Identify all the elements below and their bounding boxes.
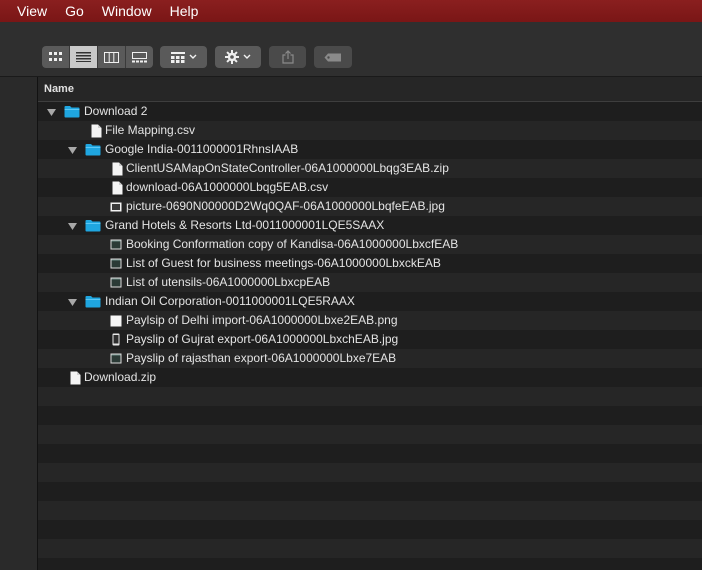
image-file-icon xyxy=(108,199,124,214)
list-item-label: Indian Oil Corporation-0011000001LQE5RAA… xyxy=(105,294,355,308)
disclosure-triangle-icon[interactable] xyxy=(46,107,56,117)
list-item-label: Paylsip of Delhi import-06A1000000Lbxe2E… xyxy=(126,313,398,327)
file-list: Name Download 2 File Mapping.csv Google In… xyxy=(38,77,702,570)
icon-view-button[interactable] xyxy=(42,46,70,68)
list-icon xyxy=(76,52,91,62)
list-item-label: Download.zip xyxy=(84,370,157,384)
document-icon xyxy=(88,123,104,138)
share-icon xyxy=(281,50,294,64)
list-item-label: Payslip of rajasthan export-06A1000000Lb… xyxy=(126,351,397,365)
list-item[interactable]: Google India-0011000001RhnsIAAB xyxy=(38,140,702,159)
row-stripe xyxy=(38,406,702,425)
list-item[interactable]: Payslip of Gujrat export-06A1000000Lbxch… xyxy=(38,330,702,349)
tags-button[interactable] xyxy=(314,46,352,68)
list-item-label: Download 2 xyxy=(84,104,148,118)
file-preview-icon xyxy=(108,351,124,366)
row-stripe xyxy=(38,482,702,501)
list-item-label: download-06A1000000Lbqg5EAB.csv xyxy=(126,180,329,194)
list-item[interactable]: Booking Conformation copy of Kandisa-06A… xyxy=(38,235,702,254)
grid-icon xyxy=(48,52,62,61)
gallery-icon xyxy=(132,51,147,62)
list-item-label: picture-0690N00000D2Wq0QAF-06A1000000Lbq… xyxy=(126,199,445,213)
blank-file-icon xyxy=(108,313,124,328)
tag-icon xyxy=(324,53,341,61)
row-stripe xyxy=(38,520,702,539)
menu-help[interactable]: Help xyxy=(161,0,208,22)
share-button[interactable] xyxy=(269,46,306,68)
list-item[interactable]: ClientUSAMapOnStateController-06A1000000… xyxy=(38,159,702,178)
folder-icon xyxy=(85,294,101,309)
list-item-label: List of Guest for business meetings-06A1… xyxy=(126,256,441,270)
disclosure-triangle-icon[interactable] xyxy=(67,221,77,231)
list-item[interactable]: Download.zip xyxy=(38,368,702,387)
list-item-label: Booking Conformation copy of Kandisa-06A… xyxy=(126,237,459,251)
row-stripe xyxy=(38,425,702,444)
gallery-view-button[interactable] xyxy=(126,46,153,68)
column-view-button[interactable] xyxy=(98,46,126,68)
group-grid-icon xyxy=(170,51,185,63)
view-mode-control xyxy=(42,46,153,68)
row-stripe xyxy=(38,463,702,482)
file-preview-icon xyxy=(108,275,124,290)
folder-icon xyxy=(85,218,101,233)
menu-view[interactable]: View xyxy=(0,0,56,22)
columns-icon xyxy=(104,51,119,63)
row-stripe xyxy=(38,501,702,520)
folder-icon xyxy=(85,142,101,157)
row-stripe xyxy=(38,444,702,463)
menu-bar: View Go Window Help xyxy=(0,0,702,22)
sidebar xyxy=(0,77,38,570)
chevron-down-icon xyxy=(189,54,196,59)
list-item[interactable]: Indian Oil Corporation-0011000001LQE5RAA… xyxy=(38,292,702,311)
list-item[interactable]: picture-0690N00000D2Wq0QAF-06A1000000Lbq… xyxy=(38,197,702,216)
list-item-label: Grand Hotels & Resorts Ltd-0011000001LQE… xyxy=(105,218,385,232)
menu-go[interactable]: Go xyxy=(56,0,93,22)
list-item[interactable]: Payslip of rajasthan export-06A1000000Lb… xyxy=(38,349,702,368)
list-item[interactable]: download-06A1000000Lbqg5EAB.csv xyxy=(38,178,702,197)
file-preview-icon xyxy=(108,237,124,252)
list-item-label: List of utensils-06A1000000LbxcpEAB xyxy=(126,275,331,289)
column-header-label: Name xyxy=(44,83,74,95)
row-stripe xyxy=(38,558,702,570)
list-item[interactable]: Grand Hotels & Resorts Ltd-0011000001LQE… xyxy=(38,216,702,235)
menu-window[interactable]: Window xyxy=(93,0,161,22)
list-item[interactable]: File Mapping.csv xyxy=(38,121,702,140)
file-preview-icon xyxy=(108,256,124,271)
list-item-label: Google India-0011000001RhnsIAAB xyxy=(105,142,299,156)
document-icon xyxy=(109,180,125,195)
chevron-down-icon xyxy=(243,54,251,59)
finder-toolbar xyxy=(0,22,702,77)
list-item[interactable]: Download 2 xyxy=(38,102,702,121)
row-stripe xyxy=(38,387,702,406)
phone-image-icon xyxy=(108,332,124,347)
disclosure-triangle-icon[interactable] xyxy=(67,145,77,155)
action-menu-button[interactable] xyxy=(215,46,261,68)
file-rows: Download 2 File Mapping.csv Google India-0… xyxy=(38,102,702,570)
list-item-label: Payslip of Gujrat export-06A1000000Lbxch… xyxy=(126,332,399,346)
gear-icon xyxy=(225,50,239,64)
list-item[interactable]: Paylsip of Delhi import-06A1000000Lbxe2E… xyxy=(38,311,702,330)
list-view-button[interactable] xyxy=(70,46,98,68)
list-item-label: File Mapping.csv xyxy=(105,123,196,137)
document-icon xyxy=(67,370,83,385)
list-item[interactable]: List of Guest for business meetings-06A1… xyxy=(38,254,702,273)
row-stripe xyxy=(38,539,702,558)
disclosure-triangle-icon[interactable] xyxy=(67,297,77,307)
group-by-button[interactable] xyxy=(160,46,207,68)
document-icon xyxy=(109,161,125,176)
list-item-label: ClientUSAMapOnStateController-06A1000000… xyxy=(126,161,449,175)
list-item[interactable]: List of utensils-06A1000000LbxcpEAB xyxy=(38,273,702,292)
folder-icon xyxy=(64,104,80,119)
column-header-name[interactable]: Name xyxy=(38,77,702,102)
